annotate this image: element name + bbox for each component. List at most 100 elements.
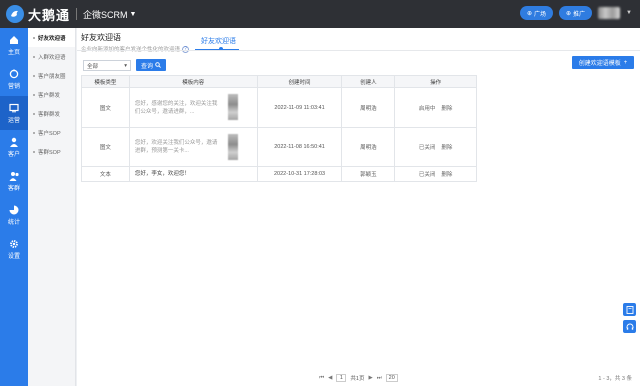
subnav-item-moments[interactable]: 客户朋友圈 bbox=[28, 66, 75, 85]
subnav-label: 客群SOP bbox=[38, 149, 61, 156]
promote-button[interactable]: ⊕ 推广 bbox=[559, 6, 593, 20]
status-toggle[interactable]: 启用中 bbox=[419, 104, 436, 112]
delete-link[interactable]: 删除 bbox=[441, 170, 452, 178]
rail-label: 营销 bbox=[7, 84, 20, 90]
column-header: 操作 bbox=[394, 75, 477, 88]
headset-icon bbox=[626, 323, 633, 330]
query-button[interactable]: 查询 bbox=[136, 59, 166, 71]
template-content: 您好，感谢您的关注，欢迎关注我们公众号，邀请进群，... bbox=[128, 87, 258, 128]
broadcast-button[interactable]: ⊕ 广场 bbox=[519, 6, 553, 20]
creator: 周明浩 bbox=[341, 87, 396, 128]
main-content: 好友欢迎语 企业向新添加的客户发送个性化的欢迎语 ? 好友欢迎语 全部 ▾ 查询… bbox=[77, 28, 640, 386]
bullet-icon bbox=[33, 93, 35, 96]
created-time: 2022-11-08 16:50:41 bbox=[256, 127, 343, 167]
rail-item-marketing[interactable]: 营销 bbox=[0, 62, 28, 96]
promote-icon: ⊕ bbox=[566, 10, 572, 17]
status-toggle[interactable]: 已关闭 bbox=[419, 143, 436, 151]
broadcast-label: 广场 bbox=[533, 11, 546, 18]
rail-item-statistics[interactable]: 统计 bbox=[0, 198, 28, 232]
caret-down-icon: ▾ bbox=[124, 62, 127, 69]
subnav-item-group-broadcast[interactable]: 客群群发 bbox=[28, 104, 75, 123]
brand-name: 大鹅通 bbox=[28, 7, 71, 23]
template-content: 您好，欢迎关注我们公众号，邀请进群，预测第一关卡... bbox=[128, 127, 258, 167]
plus-icon: + bbox=[623, 59, 628, 66]
notebook-icon bbox=[626, 305, 633, 314]
marketing-icon bbox=[9, 68, 20, 79]
page-title: 好友欢迎语 bbox=[81, 33, 121, 42]
subnav-item-group-welcome[interactable]: 入群欢迎语 bbox=[28, 47, 75, 66]
subnav-item-customer-broadcast[interactable]: 客户群发 bbox=[28, 85, 75, 104]
product-name: 企微SCRM bbox=[83, 9, 128, 20]
attachment-thumbnail[interactable] bbox=[227, 94, 238, 120]
help-icon[interactable]: ? bbox=[182, 45, 190, 53]
delete-link[interactable]: 删除 bbox=[441, 104, 452, 112]
rail-item-settings[interactable]: 设置 bbox=[0, 232, 28, 266]
subnav-item-customer-sop[interactable]: 客户SOP bbox=[28, 123, 75, 142]
create-label: 创建欢迎语模板 bbox=[578, 61, 621, 67]
page-size-select[interactable]: 20 bbox=[385, 374, 398, 382]
actions-cell: 已关闭 删除 bbox=[394, 127, 477, 167]
brand-logo[interactable]: 大鹅通 bbox=[6, 5, 70, 24]
promote-label: 推广 bbox=[573, 11, 586, 18]
next-page-icon[interactable]: ▶ bbox=[368, 375, 372, 381]
status-toggle[interactable]: 已关闭 bbox=[419, 170, 436, 178]
subnav-label: 入群欢迎语 bbox=[38, 54, 66, 61]
rail-item-customer[interactable]: 客户 bbox=[0, 130, 28, 164]
column-header: 模板内容 bbox=[128, 75, 258, 88]
chart-icon bbox=[9, 204, 20, 215]
attachment-thumbnail[interactable] bbox=[227, 134, 238, 160]
last-page-icon[interactable]: ⏭ bbox=[377, 375, 382, 382]
group-icon bbox=[9, 170, 20, 181]
rail-item-operation[interactable]: 运营 bbox=[0, 96, 28, 130]
table-row: 图文 您好，欢迎关注我们公众号，邀请进群，预测第一关卡... 2022-11-0… bbox=[81, 127, 477, 167]
bullet-icon bbox=[33, 55, 35, 58]
subnav-label: 好友欢迎语 bbox=[38, 35, 66, 42]
main-nav-rail: 主页 营销 运营 客户 客群 统计 设置 bbox=[0, 28, 28, 386]
divider bbox=[76, 8, 78, 20]
search-icon bbox=[155, 62, 161, 68]
support-button[interactable] bbox=[623, 320, 636, 333]
created-time: 2022-11-09 11:03:41 bbox=[256, 87, 343, 128]
home-icon bbox=[9, 34, 20, 45]
rail-label: 设置 bbox=[7, 254, 20, 260]
content-text: 您好，感谢您的关注，欢迎关注我们公众号，邀请进群，... bbox=[134, 100, 218, 115]
rail-label: 运营 bbox=[7, 118, 20, 124]
tab-friend-welcome[interactable]: 好友欢迎语 bbox=[201, 36, 236, 46]
page-input[interactable]: 1 bbox=[336, 374, 347, 382]
product-switcher[interactable]: 企微SCRM ▼ bbox=[83, 8, 136, 21]
delete-link[interactable]: 删除 bbox=[441, 143, 452, 151]
rail-label: 客群 bbox=[7, 186, 20, 192]
subnav-item-group-sop[interactable]: 客群SOP bbox=[28, 142, 75, 161]
caret-down-icon[interactable]: ▼ bbox=[626, 10, 632, 16]
top-bar: 大鹅通 企微SCRM ▼ ⊕ 广场 ⊕ 推广 ▼ bbox=[0, 0, 640, 28]
template-content: 您好，李女，欢迎您！ bbox=[128, 166, 258, 182]
user-avatar[interactable] bbox=[598, 7, 621, 19]
goose-logo-icon bbox=[6, 5, 24, 23]
creator: 周明浩 bbox=[341, 127, 396, 167]
caret-down-icon: ▼ bbox=[129, 10, 137, 18]
bullet-icon bbox=[33, 150, 35, 153]
rail-item-group[interactable]: 客群 bbox=[0, 164, 28, 198]
notebook-button[interactable] bbox=[623, 303, 636, 316]
pagination: ⏮ ◀ 1 共1页 ▶ ⏭ 20 1 - 3，共 3 条 bbox=[81, 372, 636, 384]
content-text: 您好，李女，欢迎您！ bbox=[134, 171, 190, 177]
table-row: 文本 您好，李女，欢迎您！ 2022-10-31 17:28:03 郭颖玉 已关… bbox=[81, 166, 477, 182]
template-type: 图文 bbox=[81, 127, 130, 167]
create-template-button[interactable]: 创建欢迎语模板 + bbox=[572, 56, 634, 69]
bullet-icon bbox=[33, 112, 35, 115]
divider bbox=[77, 50, 640, 51]
sub-nav: 好友欢迎语 入群欢迎语 客户朋友圈 客户群发 客群群发 客户SOP 客群SOP bbox=[28, 28, 76, 386]
type-filter-select[interactable]: 全部 ▾ bbox=[83, 60, 131, 71]
subnav-label: 客群群发 bbox=[38, 111, 61, 118]
subnav-item-friend-welcome[interactable]: 好友欢迎语 bbox=[28, 28, 75, 47]
rail-label: 客户 bbox=[7, 152, 20, 158]
first-page-icon[interactable]: ⏮ bbox=[319, 375, 324, 382]
content-text: 您好，欢迎关注我们公众号，邀请进群，预测第一关卡... bbox=[134, 140, 218, 154]
bullet-icon bbox=[33, 74, 35, 77]
record-range: 1 - 3，共 3 条 bbox=[598, 376, 632, 382]
table-row: 图文 您好，感谢您的关注，欢迎关注我们公众号，邀请进群，... 2022-11-… bbox=[81, 87, 477, 128]
customer-icon bbox=[9, 136, 20, 147]
rail-label: 主页 bbox=[7, 50, 20, 56]
rail-item-home[interactable]: 主页 bbox=[0, 28, 28, 62]
prev-page-icon[interactable]: ◀ bbox=[328, 375, 332, 381]
